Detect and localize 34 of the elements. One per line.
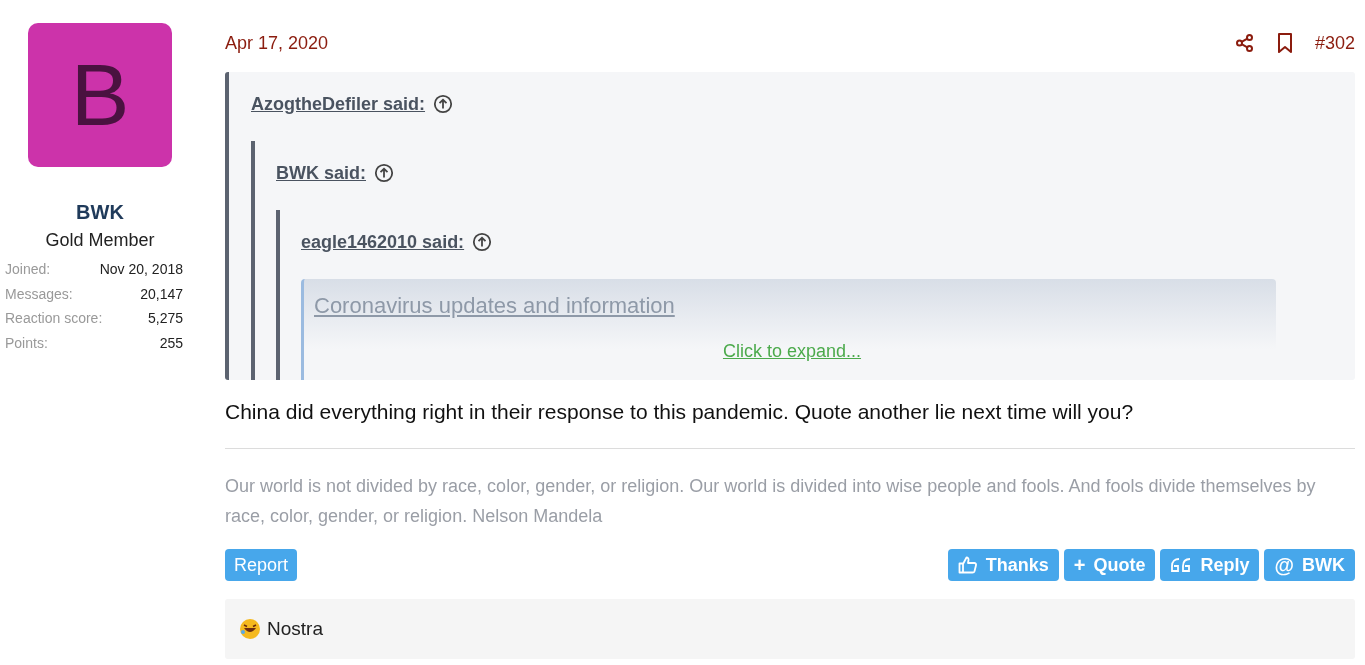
quote-author-link[interactable]: eagle1462010 said: — [301, 231, 465, 253]
user-title: Gold Member — [45, 230, 155, 251]
stat-value: 255 — [159, 333, 183, 353]
arrow-up-icon[interactable] — [433, 94, 454, 114]
arrow-up-icon[interactable] — [374, 163, 394, 183]
stat-value: 5,275 — [147, 309, 183, 328]
thumbs-up-icon — [957, 556, 978, 574]
bookmark-icon[interactable] — [1276, 33, 1293, 53]
username[interactable]: BWK — [76, 201, 124, 224]
quote-button[interactable]: + Quote — [1063, 549, 1156, 581]
thanks-button[interactable]: Thanks — [947, 549, 1059, 581]
quote-author-link[interactable]: BWK said: — [276, 162, 366, 184]
avatar[interactable]: B — [28, 23, 172, 167]
post-text: China did everything right in their response to this pandemic. Quote another lie next time will you? — [225, 400, 1135, 424]
link-title[interactable]: Coronavirus updates and information — [314, 293, 675, 318]
reaction-users-link[interactable]: Nostra — [267, 618, 323, 640]
expand-link[interactable]: Click to expand... — [722, 341, 862, 362]
mention-button[interactable]: @ BWK — [1264, 549, 1355, 581]
quotation-marks-icon — [1170, 557, 1193, 573]
stat-label: Joined: — [5, 260, 51, 279]
reply-button[interactable]: Reply — [1160, 549, 1260, 581]
laughing-face-icon — [239, 618, 261, 640]
stat-value: Nov 20, 2018 — [99, 260, 183, 279]
stat-value: 20,147 — [140, 284, 183, 304]
signature-text: Our world is not divided by race, color, gender, or religion. Our world is divided into wise people and fools. And fools divide themselves by race, color, gender, or religion. Nelson Mandela — [225, 475, 1317, 528]
quote-author-link[interactable]: AzogtheDefiler said: — [251, 93, 426, 115]
share-icon[interactable] — [1234, 33, 1255, 53]
report-button[interactable]: Report — [225, 549, 298, 581]
stat-label: Messages: — [5, 284, 73, 304]
stat-label: Points: — [5, 333, 48, 353]
post-date[interactable]: Apr 17, 2020 — [225, 32, 329, 54]
post-number[interactable]: #302 — [1314, 32, 1355, 54]
stat-label: Reaction score: — [5, 309, 103, 328]
arrow-up-icon[interactable] — [472, 232, 493, 252]
